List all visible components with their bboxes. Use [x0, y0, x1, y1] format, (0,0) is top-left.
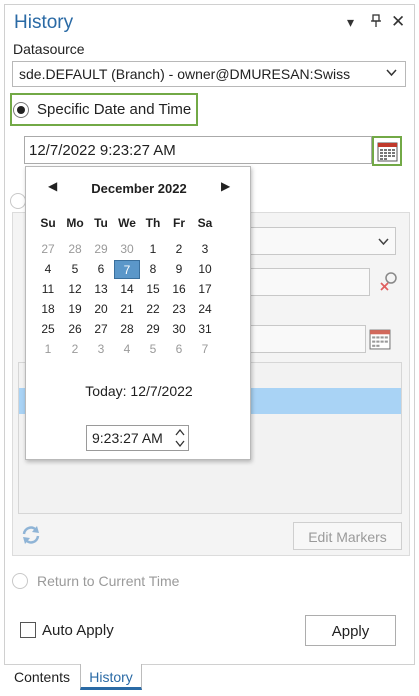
weekday-header: Th [145, 216, 161, 230]
specific-date-label: Specific Date and Time [37, 101, 192, 118]
calendar-day[interactable]: 14 [114, 280, 140, 299]
chevron-down-icon[interactable]: ▾ [347, 14, 354, 31]
weekday-header: Tu [94, 216, 108, 230]
calendar-day[interactable]: 1 [140, 240, 166, 259]
calendar-day[interactable]: 10 [192, 260, 218, 279]
calendar-day[interactable]: 29 [88, 240, 114, 259]
close-icon[interactable]: ✕ [391, 12, 405, 32]
calendar-day[interactable]: 27 [88, 320, 114, 339]
tab-history[interactable]: History [80, 664, 142, 690]
calendar-day[interactable]: 23 [166, 300, 192, 319]
calendar-day[interactable]: 1 [35, 340, 61, 359]
calendar-icon[interactable] [369, 328, 391, 355]
time-input[interactable]: 9:23:27 AM [86, 425, 189, 451]
calendar-day[interactable]: 20 [88, 300, 114, 319]
return-current-radio[interactable] [12, 573, 28, 589]
datasource-value: sde.DEFAULT (Branch) - owner@DMURESAN:Sw… [19, 66, 351, 82]
calendar-day[interactable]: 4 [35, 260, 61, 279]
edit-markers-button[interactable]: Edit Markers [293, 522, 402, 550]
calendar-popup: ◀ December 2022 ▶ Su Mo Tu We Th Fr Sa 27 28 29 3… [25, 166, 251, 460]
next-month-icon[interactable]: ▶ [221, 179, 230, 193]
today-label[interactable]: Today: 12/7/2022 [26, 383, 252, 399]
calendar-day[interactable]: 26 [62, 320, 88, 339]
marker-date-input[interactable] [240, 325, 366, 353]
clear-search-icon[interactable] [378, 270, 400, 297]
calendar-day[interactable]: 6 [88, 260, 114, 279]
weekday-header: Fr [173, 216, 185, 230]
pane-title: History [14, 12, 74, 33]
calendar-day[interactable]: 12 [62, 280, 88, 299]
calendar-day[interactable]: 5 [140, 340, 166, 359]
calendar-day[interactable]: 27 [35, 240, 61, 259]
calendar-day[interactable]: 30 [114, 240, 140, 259]
date-time-input[interactable]: 12/7/2022 9:23:27 AM [24, 136, 372, 164]
weekday-header: Sa [197, 216, 213, 230]
chevron-down-icon [378, 238, 389, 246]
pin-icon[interactable] [370, 14, 382, 31]
calendar-day[interactable]: 17 [192, 280, 218, 299]
calendar-icon [377, 142, 398, 162]
calendar-day[interactable]: 5 [62, 260, 88, 279]
return-current-label: Return to Current Time [37, 573, 180, 589]
calendar-day[interactable]: 31 [192, 320, 218, 339]
marker-select[interactable] [240, 227, 396, 255]
calendar-day[interactable]: 9 [166, 260, 192, 279]
chevron-down-icon [386, 66, 397, 80]
calendar-day[interactable]: 8 [140, 260, 166, 279]
calendar-day[interactable]: 30 [166, 320, 192, 339]
weekday-header: Su [40, 216, 56, 230]
calendar-day[interactable]: 29 [140, 320, 166, 339]
tab-contents[interactable]: Contents [6, 664, 78, 690]
calendar-day[interactable]: 18 [35, 300, 61, 319]
calendar-day-selected[interactable]: 7 [114, 260, 140, 279]
datasource-label: Datasource [13, 41, 85, 57]
calendar-day[interactable]: 15 [140, 280, 166, 299]
specific-date-radio[interactable] [13, 102, 29, 118]
time-value: 9:23:27 AM [92, 430, 163, 446]
calendar-day[interactable]: 3 [88, 340, 114, 359]
calendar-day[interactable]: 24 [192, 300, 218, 319]
calendar-day[interactable]: 25 [35, 320, 61, 339]
calendar-day[interactable]: 2 [62, 340, 88, 359]
calendar-day[interactable]: 11 [35, 280, 61, 299]
marker-search-input[interactable] [240, 268, 370, 296]
calendar-button[interactable] [372, 136, 402, 166]
calendar-month-label: December 2022 [91, 181, 187, 196]
weekday-header: Mo [66, 216, 84, 230]
calendar-day[interactable]: 6 [166, 340, 192, 359]
calendar-day[interactable]: 22 [140, 300, 166, 319]
refresh-icon[interactable] [20, 524, 42, 551]
time-up-icon[interactable] [175, 428, 185, 438]
calendar-day[interactable]: 4 [114, 340, 140, 359]
calendar-day[interactable]: 19 [62, 300, 88, 319]
calendar-day[interactable]: 21 [114, 300, 140, 319]
apply-button[interactable]: Apply [305, 615, 396, 646]
calendar-day[interactable]: 7 [192, 340, 218, 359]
datasource-select[interactable]: sde.DEFAULT (Branch) - owner@DMURESAN:Sw… [12, 61, 406, 87]
calendar-day[interactable]: 28 [114, 320, 140, 339]
calendar-day[interactable]: 2 [166, 240, 192, 259]
weekday-header: We [118, 216, 136, 230]
calendar-day[interactable]: 3 [192, 240, 218, 259]
auto-apply-checkbox[interactable] [20, 622, 36, 638]
calendar-day[interactable]: 28 [62, 240, 88, 259]
calendar-day[interactable]: 13 [88, 280, 114, 299]
time-down-icon[interactable] [175, 440, 185, 449]
auto-apply-label: Auto Apply [42, 622, 114, 639]
historical-marker-radio[interactable] [10, 193, 26, 209]
calendar-day[interactable]: 16 [166, 280, 192, 299]
